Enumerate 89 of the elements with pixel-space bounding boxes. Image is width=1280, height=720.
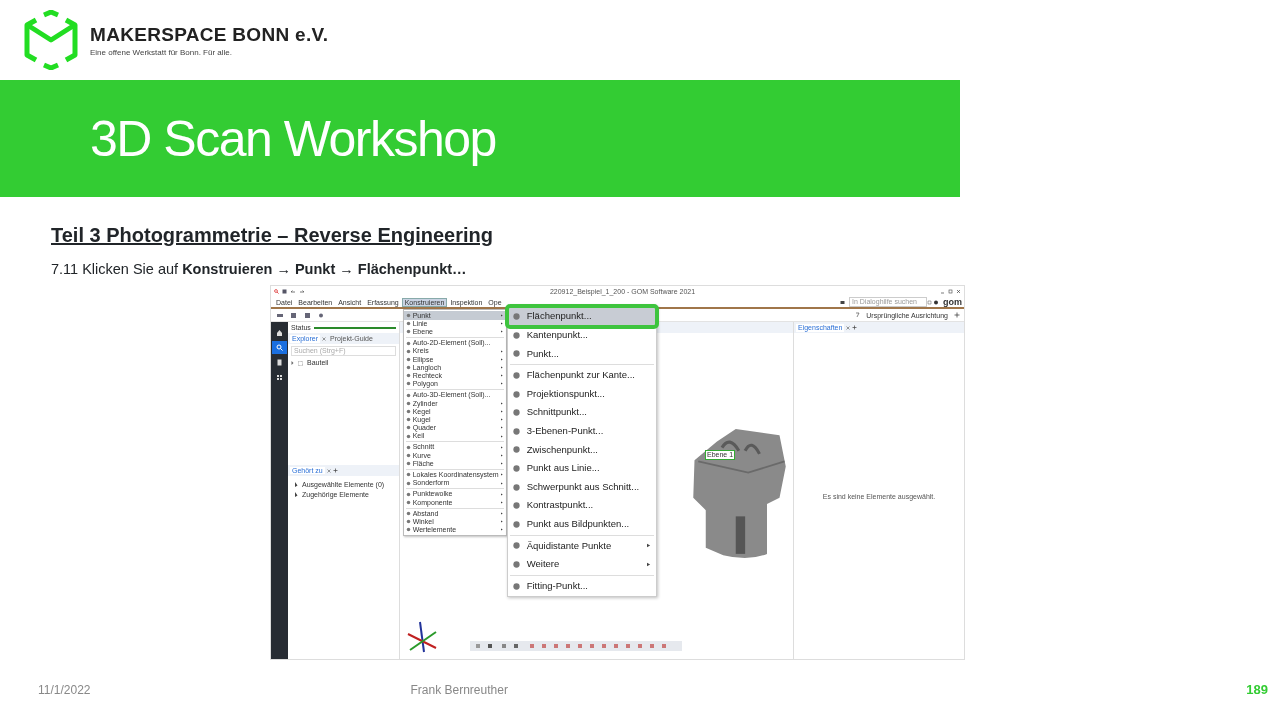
dot-icon [405,373,411,379]
slide-date: 11/1/2022 [38,682,91,700]
dot-icon [511,330,521,340]
dot-icon [511,581,521,591]
search-icon[interactable] [274,289,279,295]
dot-icon [405,461,411,467]
menu-item[interactable]: Projektionspunkt... [507,384,656,404]
dot-icon [405,519,411,525]
author-name: Frank Bernreuther [410,682,508,700]
dot-icon [405,329,411,335]
maximize-icon[interactable] [948,289,953,295]
menu-item[interactable]: Punkt... [507,344,656,364]
dot-icon [405,472,411,478]
dot-icon [405,356,411,362]
printer-icon[interactable] [840,299,845,305]
dot-icon [511,541,521,551]
undo-icon[interactable] [290,289,296,295]
dot-icon [405,453,411,458]
plus-icon[interactable] [332,468,338,473]
dot-icon [511,370,521,380]
dot-icon [511,389,521,399]
dot-icon [511,349,521,359]
tagline: Eine offene Werkstatt für Bonn. Für alle. [90,47,233,59]
dot-icon [511,408,521,418]
menu-item[interactable]: Schnittpunkt... [507,403,656,422]
brand-logo: gom [943,297,962,307]
dot-icon [405,365,411,371]
section-heading: Teil 3 Photogrammetrie – Reverse Engineering [51,223,494,247]
menu-item[interactable]: Punkt aus Linie... [507,459,656,478]
dot-icon [405,527,411,533]
menu-item[interactable]: Flächenpunkt... [507,307,656,326]
dot-icon [511,312,521,322]
view-toolbar[interactable] [470,641,682,652]
dot-icon [511,445,521,455]
menu-item[interactable]: Flächenpunkt zur Kante... [507,366,656,385]
dot-icon [405,499,411,505]
close-icon[interactable] [846,325,851,330]
dot-icon [405,417,411,423]
dot-icon [405,321,411,327]
dot-icon [511,426,521,436]
save-icon[interactable] [282,289,287,295]
menu-item[interactable]: Fitting-Punkt... [507,576,656,596]
plus-icon[interactable] [954,312,960,319]
dot-icon [405,444,411,450]
dot-icon [511,463,521,473]
dot-icon [405,313,411,318]
cube-logo [24,10,78,70]
dot-icon [405,409,411,415]
menu-item[interactable]: Zwischenpunkt... [507,440,656,460]
menu-item[interactable]: Äquidistante Punkte [507,536,656,556]
redo-icon[interactable] [299,289,305,295]
dot-icon [511,559,521,569]
menu-item[interactable]: 3-Ebenen-Punkt... [507,421,656,441]
close-icon[interactable] [322,336,327,341]
grid-icon [276,374,283,382]
document-icon [276,359,283,367]
dot-icon [511,482,521,492]
axis-triad-drawing [406,620,438,655]
close-icon[interactable] [326,468,331,473]
home-icon [276,329,283,337]
organization-name: MAKERSPACE BONN e.V. [90,25,329,44]
page-number: 189 [1246,681,1268,700]
close-icon[interactable] [956,289,961,295]
dot-icon [405,433,411,439]
sidebar-button[interactable] [272,341,287,355]
menu-item[interactable]: Schwerpunkt aus Schnitt... [507,477,656,497]
toolbar-icons-drawing[interactable] [927,299,939,305]
dot-icon [405,425,411,431]
menu-item[interactable]: Kontrastpunkt... [507,496,656,515]
search-icon [276,344,283,352]
dot-icon [405,340,411,346]
dot-icon [405,381,411,387]
expander-icon[interactable] [291,361,294,366]
menu-item[interactable]: Punkt aus Bildpunkten... [507,514,656,534]
part-icon [298,360,303,366]
slide-title: 3D Scan Workshop [90,109,496,169]
dot-icon [511,501,521,511]
dot-icon [405,511,411,517]
menu-item[interactable]: Weitere [507,555,656,574]
plus-icon[interactable] [852,325,858,331]
dot-icon [405,400,411,406]
dot-icon [405,348,411,354]
alignment-icon [855,312,861,319]
dot-icon [405,392,411,398]
instruction-text: 7.11 Klicken Sie auf Konstruieren → Punkt → Flächenpunkt… [51,261,468,279]
dot-icon [511,519,521,529]
dot-icon [405,480,411,486]
dot-icon [405,491,411,497]
menu-item[interactable]: Kantenpunkt... [507,326,656,345]
